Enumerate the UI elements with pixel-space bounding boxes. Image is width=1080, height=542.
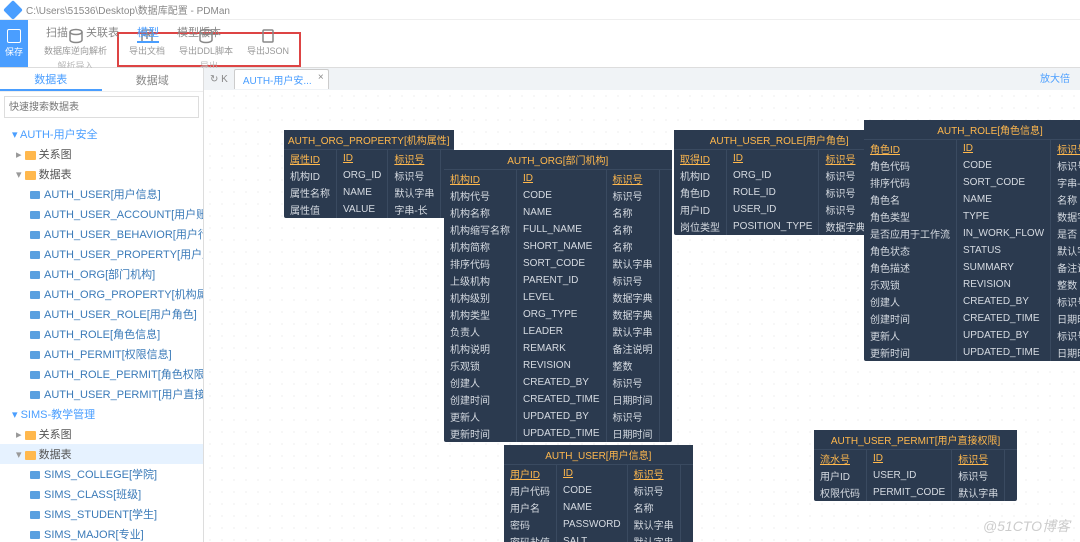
tree-leaf[interactable]: AUTH_USER_PERMIT[用户直接权限] [0, 384, 203, 404]
save-icon [7, 29, 21, 43]
watermark: @51CTO博客 [983, 516, 1070, 536]
tree-leaf[interactable]: SIMS_COLLEGE[学院] [0, 464, 203, 484]
tree-leaf[interactable]: AUTH_ROLE[角色信息] [0, 324, 203, 344]
tab-domain[interactable]: 数据域 [102, 68, 204, 91]
tree[interactable]: ▾ AUTH-用户安全关系图数据表AUTH_USER[用户信息]AUTH_USE… [0, 122, 203, 542]
tree-leaf[interactable]: AUTH_USER[用户信息] [0, 184, 203, 204]
tree-folder[interactable]: 数据表 [0, 164, 203, 184]
search-input[interactable] [4, 96, 199, 118]
save-button[interactable]: 保存 [0, 20, 28, 67]
tree-leaf[interactable]: AUTH_ORG[部门机构] [0, 264, 203, 284]
er-canvas[interactable]: AUTH_ORG_PROPERTY[机构属性]属性IDID标识号机构IDORG_… [204, 90, 1080, 542]
tree-leaf[interactable]: AUTH_USER_ACCOUNT[用户账号] [0, 204, 203, 224]
entity-role[interactable]: AUTH_ROLE[角色信息]角色IDID标识号角色代码CODE标识号排序代码S… [864, 120, 1080, 361]
close-tab-icon[interactable]: × [318, 72, 324, 83]
doc-tabbar: ↻ K AUTH-用户安... × 放大倍 [204, 68, 1080, 90]
tree-folder[interactable]: 关系图 [0, 424, 203, 444]
tree-leaf[interactable]: AUTH_USER_ROLE[用户角色] [0, 304, 203, 324]
toolbar: 保存 扫描 关联表 模型 模型版本 数据库逆向解析 解析导入 导出文档 导出DD… [0, 20, 1080, 68]
tab-datatable[interactable]: 数据表 [0, 68, 102, 91]
entity-user_role[interactable]: AUTH_USER_ROLE[用户角色]取得IDID标识号机构IDORG_ID标… [674, 130, 884, 235]
menubar: 扫描 关联表 模型 模型版本 [46, 22, 221, 43]
menu-model[interactable]: 模型 [137, 24, 159, 43]
entity-title: AUTH_USER_PERMIT[用户直接权限] [814, 430, 1017, 450]
tree-module[interactable]: ▾ AUTH-用户安全 [0, 124, 203, 144]
doc-tab[interactable]: AUTH-用户安... × [234, 69, 329, 89]
tree-leaf[interactable]: SIMS_MAJOR[专业] [0, 524, 203, 542]
entity-user_permit[interactable]: AUTH_USER_PERMIT[用户直接权限]流水号ID标识号用户IDUSER… [814, 430, 1017, 501]
app-logo-icon [3, 0, 23, 19]
menu-version[interactable]: 模型版本 [177, 24, 221, 43]
export-json-icon [260, 28, 276, 44]
tree-leaf[interactable]: AUTH_ORG_PROPERTY[机构属性] [0, 284, 203, 304]
tree-folder[interactable]: 关系图 [0, 144, 203, 164]
tree-folder[interactable]: 数据表 [0, 444, 203, 464]
entity-title: AUTH_USER[用户信息] [504, 445, 693, 465]
entity-title: AUTH_ORG_PROPERTY[机构属性] [284, 130, 454, 150]
entity-org_prop[interactable]: AUTH_ORG_PROPERTY[机构属性]属性IDID标识号机构IDORG_… [284, 130, 454, 218]
sidebar-tabs: 数据表 数据域 [0, 68, 203, 92]
entity-user[interactable]: AUTH_USER[用户信息]用户IDID标识号用户代码CODE标识号用户名NA… [504, 445, 693, 542]
tree-module[interactable]: ▾ SIMS-教学管理 [0, 404, 203, 424]
reload-icon[interactable]: ↻ K [210, 74, 228, 85]
tree-leaf[interactable]: AUTH_USER_PROPERTY[用户属性] [0, 244, 203, 264]
window-title: C:\Users\51536\Desktop\数据库配置 - PDMan [26, 2, 230, 17]
export-json-button[interactable]: 导出JSON [247, 28, 289, 57]
tree-leaf[interactable]: AUTH_ROLE_PERMIT[角色权限] [0, 364, 203, 384]
sidebar: 数据表 数据域 ▾ AUTH-用户安全关系图数据表AUTH_USER[用户信息]… [0, 68, 204, 542]
entity-title: AUTH_USER_ROLE[用户角色] [674, 130, 884, 150]
tree-leaf[interactable]: SIMS_STUDENT[学生] [0, 504, 203, 524]
tree-leaf[interactable]: AUTH_PERMIT[权限信息] [0, 344, 203, 364]
tree-leaf[interactable]: SIMS_CLASS[班级] [0, 484, 203, 504]
canvas-area: ↻ K AUTH-用户安... × 放大倍 AUTH_ORG_PROPERTY[… [204, 68, 1080, 542]
menu-relation[interactable]: 关联表 [86, 24, 119, 43]
menu-scan[interactable]: 扫描 [46, 24, 68, 43]
titlebar: C:\Users\51536\Desktop\数据库配置 - PDMan [0, 0, 1080, 20]
entity-title: AUTH_ROLE[角色信息] [864, 120, 1080, 140]
entity-title: AUTH_ORG[部门机构] [444, 150, 672, 170]
entity-org[interactable]: AUTH_ORG[部门机构]机构IDID标识号机构代号CODE标识号机构名称NA… [444, 150, 672, 442]
zoom-label[interactable]: 放大倍 [1040, 70, 1070, 85]
tree-leaf[interactable]: AUTH_USER_BEHAVIOR[用户行为] [0, 224, 203, 244]
